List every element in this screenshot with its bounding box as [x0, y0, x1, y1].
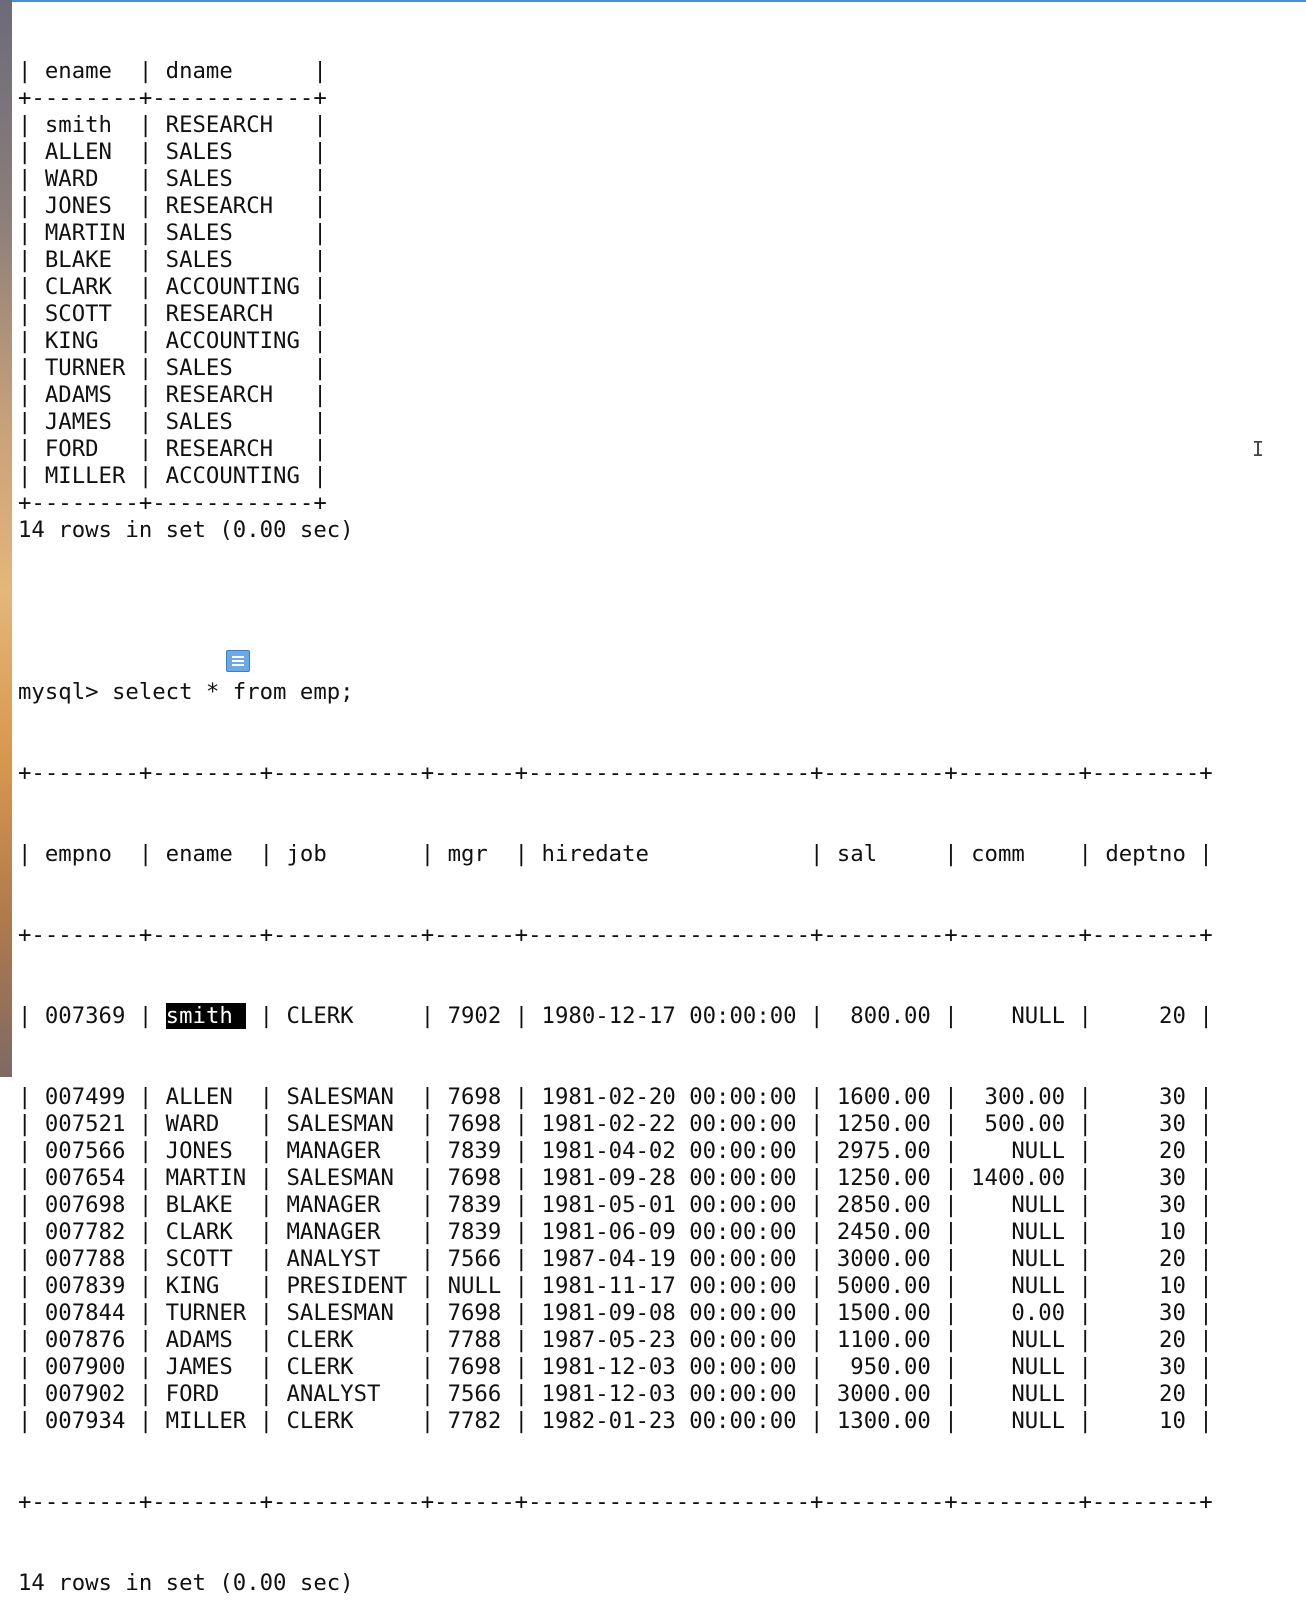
terminal-line: | JONES | RESEARCH | — [18, 193, 327, 219]
terminal-line: | JAMES | SALES | — [18, 409, 327, 435]
terminal-line: | SCOTT | RESEARCH | — [18, 301, 327, 327]
terminal-line: 14 rows in set (0.00 sec) — [18, 517, 354, 543]
emp-table-row: | 007876 | ADAMS | CLERK | 7788 | 1987-0… — [18, 1327, 1213, 1353]
emp-table-row: | 007654 | MARTIN | SALESMAN | 7698 | 19… — [18, 1165, 1213, 1191]
emp-table-row: | 007566 | JONES | MANAGER | 7839 | 1981… — [18, 1138, 1213, 1164]
terminal-line: | ename | dname | — [18, 58, 327, 84]
emp-table-row: | 007902 | FORD | ANALYST | 7566 | 1981-… — [18, 1381, 1213, 1407]
emp-table-row: | 007839 | KING | PRESIDENT | NULL | 198… — [18, 1273, 1213, 1299]
text-cursor-icon — [1252, 437, 1268, 459]
emp-table-border-mid: +--------+--------+-----------+------+--… — [18, 922, 1213, 948]
emp-table-header: | empno | ename | job | mgr | hiredate |… — [18, 841, 1213, 867]
emp-table-border-bottom: +--------+--------+-----------+------+--… — [18, 1489, 1213, 1515]
command-prompt: mysql> select * from emp; — [18, 679, 354, 705]
terminal-line: | BLAKE | SALES | — [18, 247, 327, 273]
row-prefix: | 007369 | — [18, 1003, 166, 1029]
row-suffix: | CLERK | 7902 | 1980-12-17 00:00:00 | 8… — [246, 1003, 1213, 1029]
terminal-output[interactable]: | ename | dname | +--------+------------+… — [18, 4, 1298, 1624]
terminal-line: | ALLEN | SALES | — [18, 139, 327, 165]
emp-table-row: | 007900 | JAMES | CLERK | 7698 | 1981-1… — [18, 1354, 1213, 1380]
emp-table-row: | 007521 | WARD | SALESMAN | 7698 | 1981… — [18, 1111, 1213, 1137]
emp-row-count: 14 rows in set (0.00 sec) — [18, 1570, 354, 1596]
emp-table-row: | 007934 | MILLER | CLERK | 7782 | 1982-… — [18, 1408, 1213, 1434]
emp-table-border-top: +--------+--------+-----------+------+--… — [18, 760, 1213, 786]
terminal-line: | TURNER | SALES | — [18, 355, 327, 381]
terminal-line: | MARTIN | SALES | — [18, 220, 327, 246]
emp-table-row: | 007369 | smith | CLERK | 7902 | 1980-1… — [18, 1003, 1298, 1030]
terminal-line: | FORD | RESEARCH | — [18, 436, 327, 462]
emp-table-rows: | 007499 | ALLEN | SALESMAN | 7698 | 198… — [18, 1084, 1298, 1435]
emp-table-row: | 007782 | CLARK | MANAGER | 7839 | 1981… — [18, 1219, 1213, 1245]
terminal-line: | ADAMS | RESEARCH | — [18, 382, 327, 408]
terminal-line: | WARD | SALES | — [18, 166, 327, 192]
desktop-wallpaper-edge — [0, 0, 12, 1077]
emp-table-row: | 007499 | ALLEN | SALESMAN | 7698 | 198… — [18, 1084, 1213, 1110]
terminal-line: | CLARK | ACCOUNTING | — [18, 274, 327, 300]
terminal-line: | MILLER | ACCOUNTING | — [18, 463, 327, 489]
emp-table-row: | 007844 | TURNER | SALESMAN | 7698 | 19… — [18, 1300, 1213, 1326]
selection-menu-icon[interactable] — [226, 650, 250, 672]
selected-text[interactable]: smith — [165, 1003, 247, 1029]
terminal-line: | smith | RESEARCH | — [18, 112, 327, 138]
ename-dname-result: | ename | dname | +--------+------------+… — [18, 58, 1298, 544]
emp-table-row: | 007698 | BLAKE | MANAGER | 7839 | 1981… — [18, 1192, 1213, 1218]
emp-table-row: | 007788 | SCOTT | ANALYST | 7566 | 1987… — [18, 1246, 1213, 1272]
terminal-line: +--------+------------+ — [18, 490, 327, 516]
terminal-line: +--------+------------+ — [18, 85, 327, 111]
window-top-border — [12, 0, 1306, 2]
terminal-line: | KING | ACCOUNTING | — [18, 328, 327, 354]
